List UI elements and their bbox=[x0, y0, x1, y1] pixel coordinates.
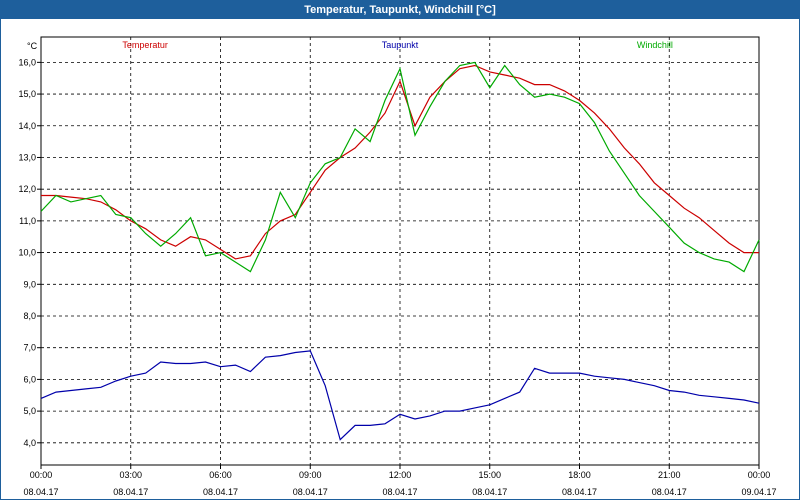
y-tick-label: 11,0 bbox=[19, 216, 36, 226]
y-tick-label: 12,0 bbox=[18, 184, 36, 194]
y-tick-label: 14,0 bbox=[18, 121, 36, 131]
y-tick-label: 6,0 bbox=[23, 374, 36, 384]
plot-area bbox=[40, 36, 760, 466]
x-tick-date-label: 08.04.17 bbox=[562, 487, 597, 497]
chart-plot: 4,0 5,0 6,0 7,0 8,0 9,0 10,0 11,0 12,0 13,0 14,0 15… bbox=[18, 36, 777, 497]
x-tick-date-label: 08.04.17 bbox=[652, 487, 687, 497]
x-tick-date-label: 08.04.17 bbox=[382, 487, 417, 497]
y-axis-unit: °C bbox=[27, 41, 38, 51]
x-tick-time-label: 12:00 bbox=[389, 470, 412, 480]
y-tick-label: 7,0 bbox=[23, 343, 36, 353]
chart-window: Temperatur, Taupunkt, Windchill [°C] 4,0… bbox=[0, 0, 800, 500]
x-tick-date-label: 08.04.17 bbox=[113, 487, 148, 497]
x-tick-time-label: 00:00 bbox=[748, 470, 771, 480]
y-tick-label: 10,0 bbox=[18, 248, 36, 258]
y-tick-label: 16,0 bbox=[18, 57, 36, 67]
x-tick-date-label: 09.04.17 bbox=[741, 487, 776, 497]
legend-windchill: Windchill bbox=[637, 40, 673, 50]
x-tick-date-label: 08.04.17 bbox=[203, 487, 238, 497]
x-tick-time-label: 03:00 bbox=[119, 470, 142, 480]
x-tick-time-label: 09:00 bbox=[299, 470, 322, 480]
y-tick-label: 4,0 bbox=[23, 438, 36, 448]
x-tick-time-label: 06:00 bbox=[209, 470, 232, 480]
x-tick-time-label: 15:00 bbox=[478, 470, 501, 480]
x-tick-time-label: 18:00 bbox=[568, 470, 591, 480]
y-tick-label: 15,0 bbox=[18, 89, 36, 99]
y-tick-label: 9,0 bbox=[23, 279, 36, 289]
x-tick-date-label: 08.04.17 bbox=[472, 487, 507, 497]
x-tick-time-label: 21:00 bbox=[658, 470, 681, 480]
x-tick-date-label: 08.04.17 bbox=[293, 487, 328, 497]
y-tick-label: 13,0 bbox=[18, 152, 36, 162]
y-tick-label: 8,0 bbox=[23, 311, 36, 321]
x-tick-date-label: 08.04.17 bbox=[23, 487, 58, 497]
x-tick-time-label: 00:00 bbox=[30, 470, 53, 480]
y-tick-label: 5,0 bbox=[23, 406, 36, 416]
legend-taupunkt: Taupunkt bbox=[382, 40, 419, 50]
chart-title: Temperatur, Taupunkt, Windchill [°C] bbox=[1, 1, 799, 19]
legend-temperatur: Temperatur bbox=[122, 40, 168, 50]
